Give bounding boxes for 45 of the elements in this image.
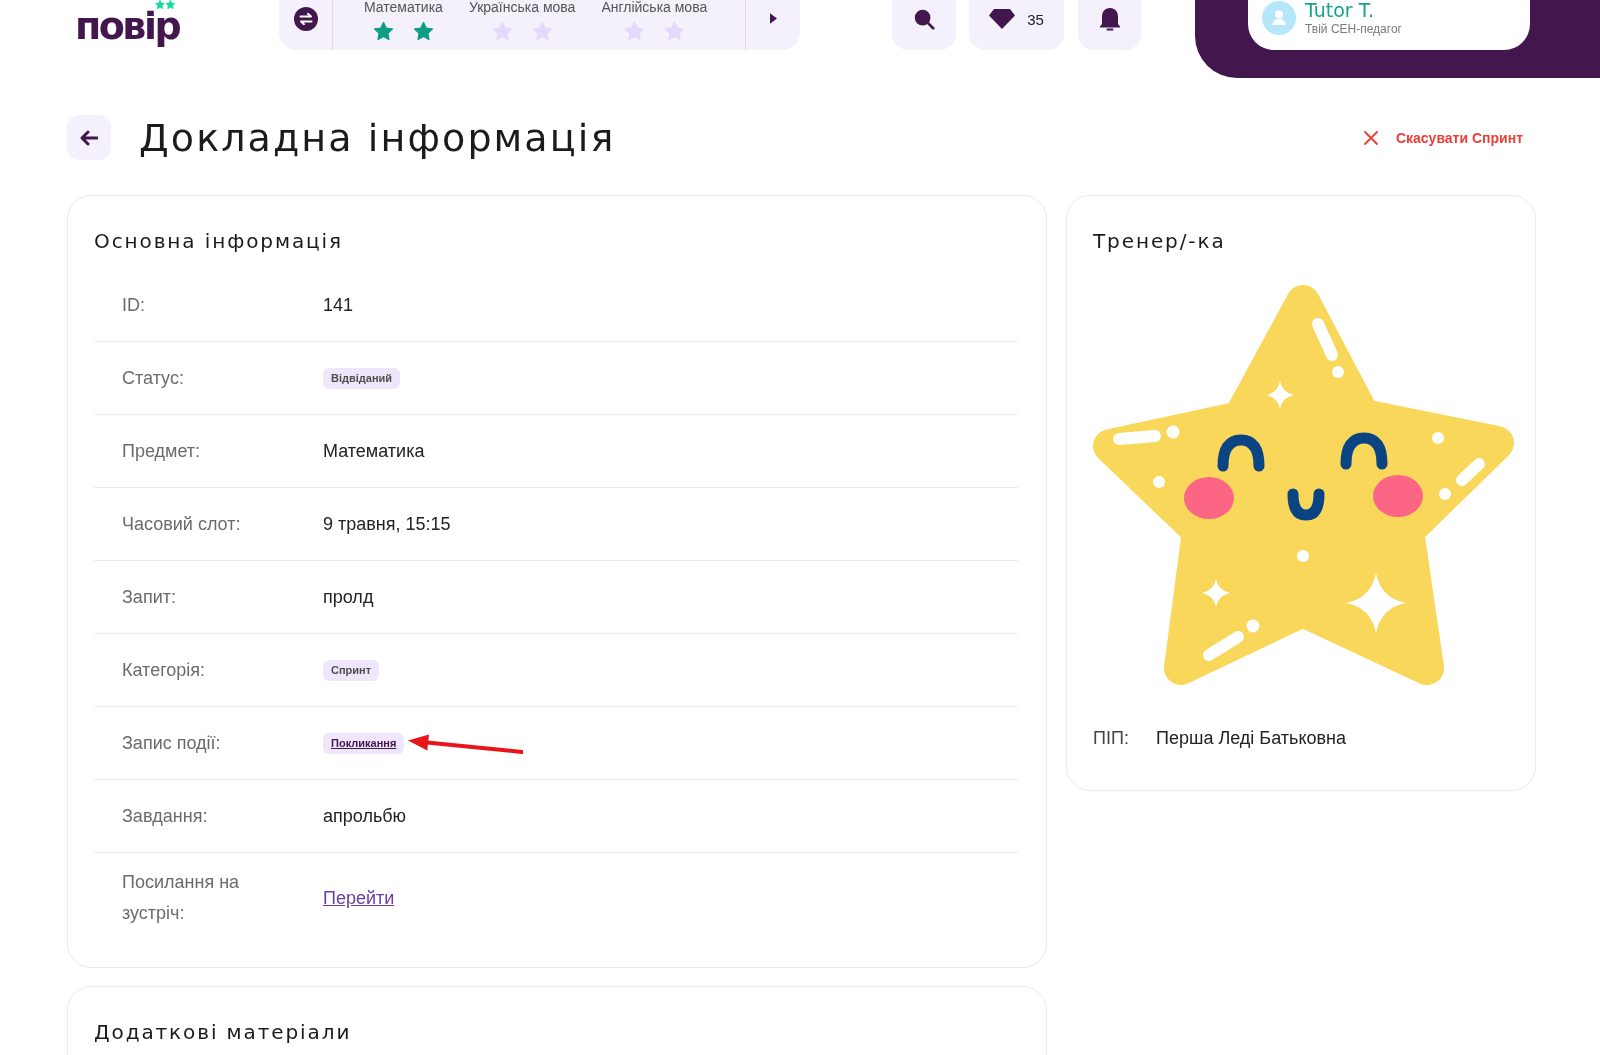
card-title: Тренер/-ка (1093, 228, 1226, 254)
profile-role: Твій СЕН-педагог (1305, 22, 1402, 37)
gem-icon (989, 9, 1016, 29)
field-value: 141 (323, 294, 354, 317)
back-button[interactable] (67, 115, 111, 160)
search-icon (913, 8, 935, 30)
profile-name: Tutor T. (1305, 0, 1376, 22)
page-title: Докладна інформація (139, 114, 616, 161)
bell-icon (1099, 8, 1120, 32)
subject-name[interactable]: Математика (364, 0, 443, 14)
recording-link[interactable]: Покликання (323, 732, 405, 754)
profile-menu[interactable]: Tutor T. Твій СЕН-педагог (1248, 0, 1530, 50)
subject-name[interactable]: Англійська мова (601, 0, 708, 14)
card-title: Основна інформація (94, 228, 344, 254)
field-value: Перша Леді Батьковна (1156, 727, 1346, 749)
notifications-button[interactable] (1078, 0, 1141, 50)
card-title: Додаткові матеріали (94, 1019, 353, 1045)
cancel-sprint-button[interactable]: Скасувати Спринт (1363, 129, 1523, 146)
swap-icon (293, 7, 318, 31)
logo-stars-icon (155, 0, 175, 9)
logo-wordmark: повір (75, 9, 181, 48)
field-label: Часовий слот: (122, 512, 241, 536)
status-badge: Відвіданий (323, 367, 401, 389)
avatar-icon (1262, 1, 1296, 35)
field-label: ID: (122, 293, 145, 317)
arrow-left-icon (80, 129, 98, 146)
field-label: Запит: (122, 585, 176, 609)
field-label: Предмет: (122, 439, 201, 463)
field-label: Статус: (122, 366, 184, 390)
field-label: ПІП: (1093, 727, 1130, 749)
field-value: пролд (323, 586, 374, 609)
subject-name[interactable]: Українська мова (468, 0, 576, 14)
field-value: 9 травня, 15:15 (323, 513, 451, 536)
field-label: Завдання: (122, 804, 208, 828)
field-label: Посилання на зустріч: (122, 871, 241, 925)
field-label: Категорія: (122, 658, 206, 682)
close-icon (1363, 130, 1378, 145)
field-value: апрольбю (323, 805, 407, 828)
field-value: Математика (323, 440, 425, 463)
meeting-link[interactable]: Перейти (323, 886, 395, 910)
gems-button[interactable]: 35 (969, 0, 1064, 50)
status-badge: Спринт (323, 659, 380, 681)
triangle-right-icon (769, 12, 777, 24)
field-label: Запис події: (122, 731, 221, 755)
search-button[interactable] (892, 0, 956, 50)
